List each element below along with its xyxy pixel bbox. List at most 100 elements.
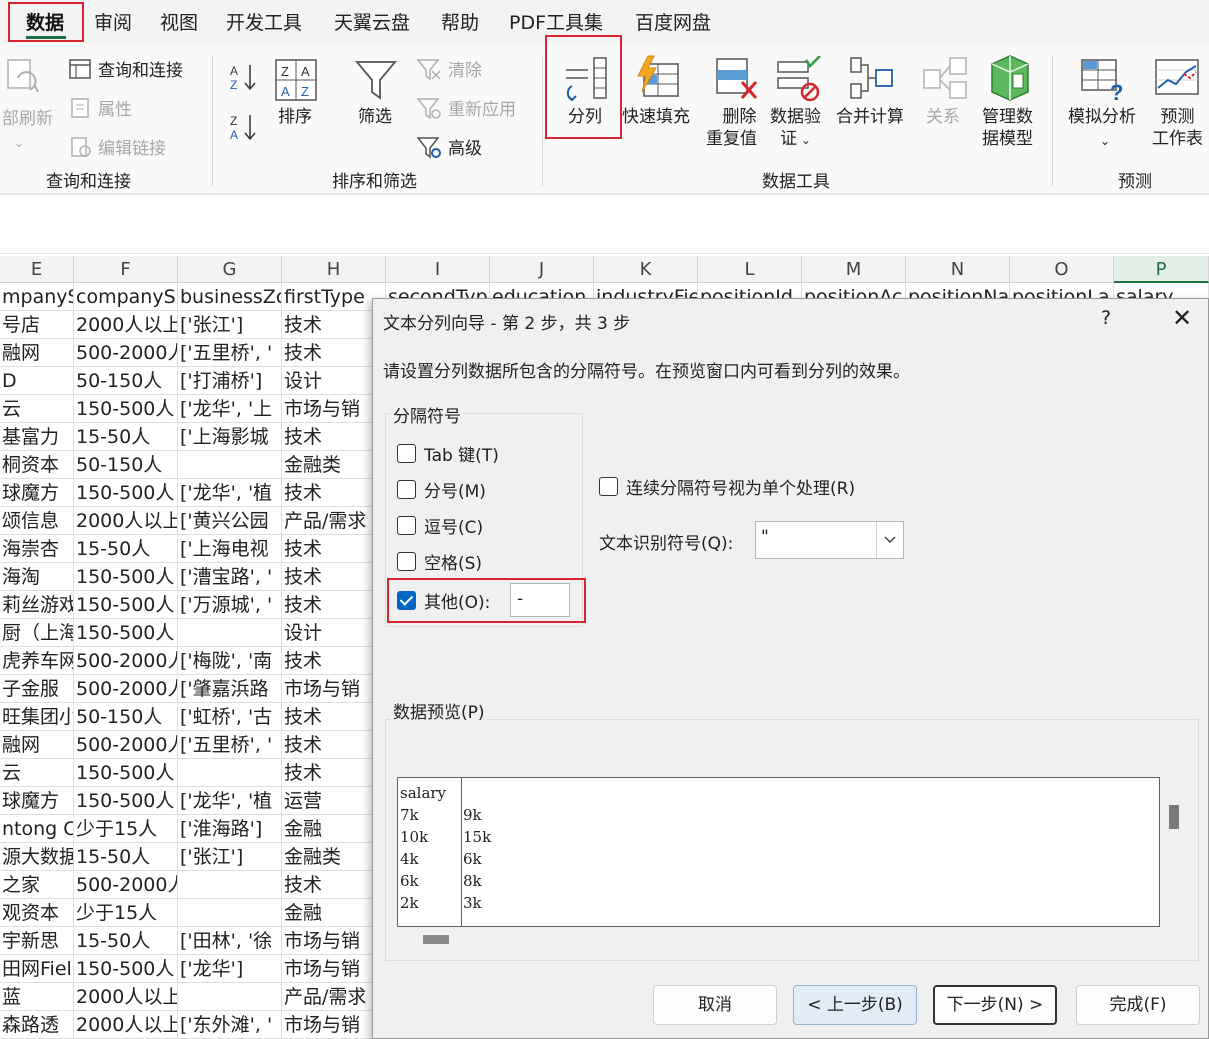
- cell[interactable]: 旺集团小: [0, 703, 74, 731]
- consecutive-checkbox[interactable]: [599, 477, 618, 496]
- cell[interactable]: firstType: [282, 283, 386, 311]
- refresh-dropdown-icon[interactable]: ⌄: [14, 132, 24, 154]
- data-preview-pane[interactable]: salary 7k 10k 4k 6k 2k 9k 15k 6k 8k 3k: [397, 777, 1160, 927]
- cell[interactable]: 150-500人: [74, 619, 178, 647]
- other-checkbox[interactable]: [397, 591, 416, 610]
- tab-review[interactable]: 审阅: [94, 8, 132, 35]
- edit-links-button[interactable]: 编辑链接: [68, 134, 166, 159]
- data-validation-button[interactable]: 数据验 证 ⌄: [770, 106, 821, 151]
- cell[interactable]: 市场与销: [282, 927, 386, 955]
- semicolon-checkbox[interactable]: [397, 480, 416, 499]
- tab-data[interactable]: 数据: [26, 8, 64, 35]
- cell[interactable]: 少于15人: [74, 815, 178, 843]
- cell[interactable]: 500-2000人: [74, 731, 178, 759]
- tab-baidu-netdisk[interactable]: 百度网盘: [635, 8, 711, 35]
- column-header-m[interactable]: M: [802, 256, 906, 283]
- cell[interactable]: 球魔方: [0, 787, 74, 815]
- what-if-dropdown-icon[interactable]: ⌄: [1100, 130, 1110, 152]
- cell[interactable]: 15-50人: [74, 843, 178, 871]
- other-delimiter-input[interactable]: -: [510, 583, 570, 617]
- cell[interactable]: ['上海影城: [178, 423, 282, 451]
- cell[interactable]: 虎养车网: [0, 647, 74, 675]
- cell[interactable]: 市场与销: [282, 1011, 386, 1039]
- consecutive-delimiters-option[interactable]: 连续分隔符号视为单个处理(R): [599, 474, 855, 499]
- cell[interactable]: 15-50人: [74, 535, 178, 563]
- back-button[interactable]: < 上一步(B): [793, 985, 917, 1025]
- cell[interactable]: 桐资本: [0, 451, 74, 479]
- cell[interactable]: 技术: [282, 311, 386, 339]
- text-to-columns-button[interactable]: 分列: [568, 106, 602, 128]
- cell[interactable]: 500-2000人: [74, 647, 178, 675]
- cell[interactable]: 500-2000人: [74, 675, 178, 703]
- cell[interactable]: 球魔方: [0, 479, 74, 507]
- column-header-h[interactable]: H: [282, 256, 386, 283]
- column-header-g[interactable]: G: [178, 256, 282, 283]
- tab-help[interactable]: 帮助: [441, 8, 479, 35]
- consolidate-button[interactable]: 合并计算: [836, 106, 904, 128]
- cell[interactable]: ['梅陇', '南: [178, 647, 282, 675]
- cell[interactable]: 海崇杏: [0, 535, 74, 563]
- cell[interactable]: 50-150人: [74, 451, 178, 479]
- cell[interactable]: ['龙华', '植: [178, 479, 282, 507]
- manage-data-model-button[interactable]: 管理数 据模型: [982, 106, 1033, 150]
- cell[interactable]: 观资本: [0, 899, 74, 927]
- cell[interactable]: ['漕宝路', ': [178, 563, 282, 591]
- cell[interactable]: 500-2000人: [74, 339, 178, 367]
- cell[interactable]: 号店: [0, 311, 74, 339]
- cell[interactable]: 技术: [282, 759, 386, 787]
- other-delimiter-option[interactable]: 其他(O):: [397, 588, 490, 613]
- tab-developer[interactable]: 开发工具: [226, 8, 302, 35]
- cell[interactable]: [178, 619, 282, 647]
- cell[interactable]: D: [0, 367, 74, 395]
- column-header-l[interactable]: L: [698, 256, 802, 283]
- cell[interactable]: ['万源城', ': [178, 591, 282, 619]
- cell[interactable]: 莉丝游戏: [0, 591, 74, 619]
- cell[interactable]: 融网: [0, 339, 74, 367]
- column-header-o[interactable]: O: [1010, 256, 1114, 283]
- cell[interactable]: 技术: [282, 591, 386, 619]
- cell[interactable]: [178, 983, 282, 1011]
- chevron-down-icon[interactable]: [876, 522, 903, 558]
- cell[interactable]: 技术: [282, 339, 386, 367]
- tab-tianyi-cloud[interactable]: 天翼云盘: [334, 8, 410, 35]
- next-button[interactable]: 下一步(N) >: [933, 985, 1057, 1025]
- column-header-e[interactable]: E: [0, 256, 74, 283]
- tab-checkbox[interactable]: [397, 444, 416, 463]
- queries-connections-button[interactable]: 查询和连接: [68, 56, 183, 81]
- cell[interactable]: 之家: [0, 871, 74, 899]
- finish-button[interactable]: 完成(F): [1076, 985, 1200, 1025]
- column-header-k[interactable]: K: [594, 256, 698, 283]
- tab-pdf-tools[interactable]: PDF工具集: [509, 8, 603, 35]
- cell[interactable]: 产品/需求: [282, 983, 386, 1011]
- cell[interactable]: 150-500人: [74, 395, 178, 423]
- cell[interactable]: 技术: [282, 871, 386, 899]
- advanced-filter-button[interactable]: 高级: [416, 134, 482, 159]
- cell[interactable]: 2000人以上: [74, 311, 178, 339]
- cell[interactable]: 厨（上海: [0, 619, 74, 647]
- cell[interactable]: 技术: [282, 423, 386, 451]
- cell[interactable]: ['五里桥', ': [178, 339, 282, 367]
- column-header-j[interactable]: J: [490, 256, 594, 283]
- cell[interactable]: 技术: [282, 647, 386, 675]
- cell[interactable]: [178, 871, 282, 899]
- cell[interactable]: 15-50人: [74, 927, 178, 955]
- relationships-button[interactable]: 关系: [926, 106, 960, 128]
- forecast-sheet-button[interactable]: 预测 工作表: [1152, 106, 1203, 150]
- column-header-p[interactable]: P: [1114, 256, 1209, 283]
- cell[interactable]: 150-500人: [74, 591, 178, 619]
- cell[interactable]: 技术: [282, 535, 386, 563]
- cell[interactable]: 运营: [282, 787, 386, 815]
- preview-horizontal-scrollbar[interactable]: [423, 935, 449, 944]
- cell[interactable]: ['东外滩', ': [178, 1011, 282, 1039]
- cell[interactable]: 设计: [282, 367, 386, 395]
- reapply-button[interactable]: 重新应用: [416, 95, 516, 120]
- tab-delimiter-option[interactable]: Tab 键(T): [397, 441, 499, 466]
- preview-vertical-scrollbar[interactable]: [1169, 805, 1179, 829]
- cell[interactable]: 150-500人: [74, 479, 178, 507]
- cell[interactable]: 森路透: [0, 1011, 74, 1039]
- cell[interactable]: 源大数据: [0, 843, 74, 871]
- cell[interactable]: ['龙华', '植: [178, 787, 282, 815]
- cell[interactable]: [178, 451, 282, 479]
- cell[interactable]: 150-500人: [74, 787, 178, 815]
- cell[interactable]: 500-2000人: [74, 871, 178, 899]
